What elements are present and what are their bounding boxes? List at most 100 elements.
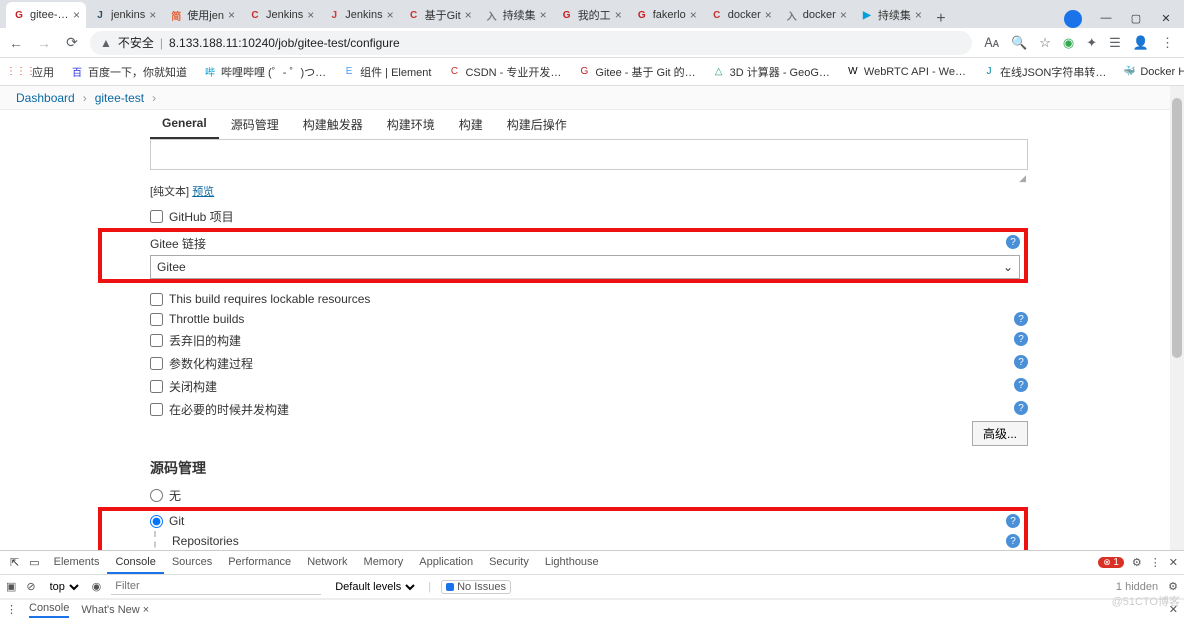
browser-tab[interactable]: Gfakerlo× (629, 2, 703, 28)
scrollbar-thumb[interactable] (1172, 98, 1182, 358)
devtools-tab[interactable]: Lighthouse (537, 552, 607, 574)
breadcrumb-dashboard[interactable]: Dashboard (16, 91, 75, 105)
description-textarea[interactable] (150, 140, 1028, 170)
tab-close-icon[interactable]: × (228, 8, 235, 22)
help-icon[interactable]: ? (1006, 534, 1020, 548)
tab-close-icon[interactable]: × (765, 8, 772, 22)
tab-close-icon[interactable]: × (840, 8, 847, 22)
devtools-menu-icon[interactable]: ⋮ (1150, 556, 1161, 569)
help-icon[interactable]: ? (1014, 355, 1028, 369)
disable-checkbox[interactable] (150, 380, 163, 393)
config-tab[interactable]: General (150, 110, 219, 139)
zoom-icon[interactable]: 🔍 (1011, 35, 1027, 51)
drawer-console-tab[interactable]: Console (29, 602, 69, 618)
github-project-checkbox[interactable] (150, 210, 163, 223)
profile-avatar-icon[interactable]: 👤 (1133, 35, 1149, 51)
tab-close-icon[interactable]: × (307, 8, 314, 22)
help-icon[interactable]: ? (1014, 312, 1028, 326)
gitee-link-select[interactable]: Gitee⌄ (150, 255, 1020, 279)
devtools-tab[interactable]: Console (107, 552, 163, 574)
devtools-tab[interactable]: Sources (164, 552, 220, 574)
devtools-close-icon[interactable]: ✕ (1169, 556, 1178, 569)
extensions-puzzle-icon[interactable]: ✦ (1086, 35, 1097, 51)
tab-close-icon[interactable]: × (690, 8, 697, 22)
browser-tab[interactable]: Jjenkins× (87, 2, 162, 28)
tab-close-icon[interactable]: × (915, 8, 922, 22)
param-checkbox[interactable] (150, 357, 163, 370)
config-tab[interactable]: 构建 (447, 110, 495, 139)
config-tab[interactable]: 构建后操作 (495, 110, 579, 139)
help-icon[interactable]: ? (1014, 401, 1028, 415)
tab-close-icon[interactable]: × (540, 8, 547, 22)
lockable-checkbox[interactable] (150, 293, 163, 306)
issues-badge[interactable]: No Issues (441, 580, 511, 594)
discard-checkbox[interactable] (150, 334, 163, 347)
tab-close-icon[interactable]: × (73, 8, 80, 22)
tab-close-icon[interactable]: × (149, 8, 156, 22)
bookmark-star-icon[interactable]: ☆ (1039, 35, 1051, 51)
execution-context-select[interactable]: top (46, 580, 82, 594)
vertical-scrollbar[interactable] (1170, 86, 1184, 550)
window-close[interactable]: ✕ (1152, 8, 1180, 28)
error-count-badge[interactable]: 1 (1098, 557, 1124, 568)
scm-none-radio[interactable] (150, 489, 163, 502)
browser-tab[interactable]: JJenkins× (321, 2, 399, 28)
help-icon[interactable]: ? (1014, 378, 1028, 392)
device-toggle-icon[interactable]: ▭ (25, 556, 43, 569)
live-expression-icon[interactable]: ◉ (92, 580, 102, 593)
bookmark-item[interactable]: ⋮⋮⋮应用 (8, 62, 60, 82)
bookmark-item[interactable]: △3D 计算器 - GeoG… (706, 62, 836, 82)
drawer-whatsnew-tab[interactable]: What's New × (81, 604, 149, 616)
console-settings-icon[interactable]: ⚙ (1168, 580, 1178, 593)
devtools-tab[interactable]: Application (411, 552, 481, 574)
browser-tab[interactable]: 入docker× (779, 2, 853, 28)
browser-tab[interactable]: 简使用jen× (163, 2, 241, 28)
devtools-tab[interactable]: Network (299, 552, 355, 574)
window-minimize[interactable]: — (1092, 8, 1120, 28)
tab-close-icon[interactable]: × (387, 8, 394, 22)
browser-tab[interactable]: Cdocker× (704, 2, 778, 28)
bookmark-item[interactable]: CCSDN - 专业开发… (441, 62, 567, 82)
extension-icon[interactable]: ◉ (1063, 35, 1074, 51)
inspect-icon[interactable]: ⇱ (6, 556, 23, 569)
config-tab[interactable]: 源码管理 (219, 110, 291, 139)
resize-grip-icon[interactable]: ◢ (150, 173, 1028, 181)
devtools-tab[interactable]: Performance (220, 552, 299, 574)
bookmark-item[interactable]: WWebRTC API - We… (840, 62, 972, 82)
drawer-menu-icon[interactable]: ⋮ (6, 603, 17, 616)
browser-tab[interactable]: 入持续集× (479, 2, 553, 28)
bookmark-item[interactable]: E组件 | Element (336, 62, 437, 82)
browser-tab[interactable]: G我的工× (554, 2, 628, 28)
browser-tab[interactable]: Ggitee-t…× (6, 2, 86, 28)
scm-git-radio[interactable] (150, 515, 163, 528)
breadcrumb-job[interactable]: gitee-test (95, 91, 144, 105)
preview-link[interactable]: 预览 (192, 186, 214, 198)
console-filter-input[interactable] (111, 578, 321, 595)
devtools-tab[interactable]: Security (481, 552, 537, 574)
concurrent-checkbox[interactable] (150, 403, 163, 416)
console-sidebar-toggle-icon[interactable]: ▣ (6, 580, 16, 593)
bookmark-item[interactable]: GGitee - 基于 Git 的… (571, 62, 701, 82)
browser-tab[interactable]: CJenkins× (242, 2, 320, 28)
devtools-tab[interactable]: Memory (356, 552, 412, 574)
devtools-tab[interactable]: Elements (46, 552, 108, 574)
chrome-menu-icon[interactable]: ⋮ (1161, 35, 1174, 51)
bookmark-item[interactable]: 🐳Docker Hub (1116, 62, 1184, 82)
window-maximize[interactable]: ▢ (1122, 8, 1150, 28)
help-icon[interactable]: ? (1006, 235, 1020, 249)
browser-account-avatar[interactable] (1064, 10, 1082, 28)
devtools-settings-icon[interactable]: ⚙ (1132, 556, 1142, 569)
throttle-checkbox[interactable] (150, 313, 163, 326)
translate-icon[interactable]: 🗛 (984, 35, 999, 51)
bookmark-item[interactable]: J在线JSON字符串转… (976, 62, 1112, 82)
advanced-button[interactable]: 高级... (972, 421, 1028, 446)
reading-list-icon[interactable]: ☰ (1109, 35, 1121, 51)
browser-tab[interactable]: ▶持续集× (854, 2, 928, 28)
help-icon[interactable]: ? (1014, 332, 1028, 346)
nav-reload[interactable]: ⟳ (62, 34, 82, 51)
address-field[interactable]: ▲ 不安全 | 8.133.188.11:10240/job/gitee-tes… (90, 31, 972, 55)
bookmark-item[interactable]: 百百度一下，你就知道 (64, 62, 193, 82)
browser-tab[interactable]: C基于Git× (401, 2, 478, 28)
bookmark-item[interactable]: 哔哔哩哔哩 (゜- ゜)つ… (197, 62, 332, 82)
clear-console-icon[interactable]: ⊘ (26, 580, 35, 593)
